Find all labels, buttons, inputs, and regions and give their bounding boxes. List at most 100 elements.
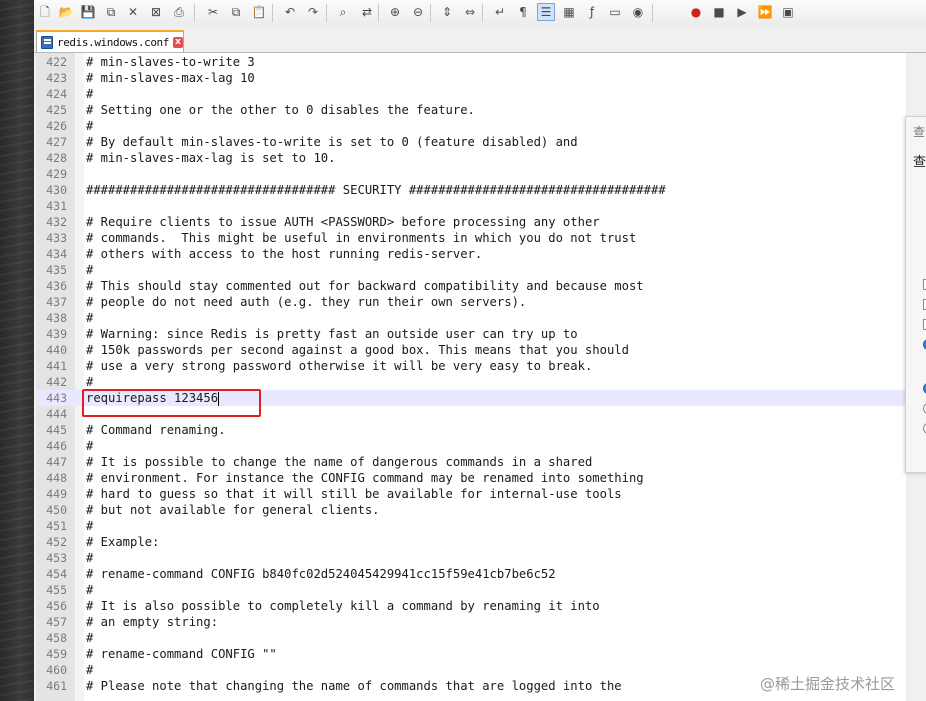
line-text[interactable]: # Warning: since Redis is pretty fast an… [86,326,578,342]
line-text[interactable]: requirepass 123456 [86,390,220,406]
close-icon[interactable]: ✕ [124,3,142,21]
editor-line[interactable]: 442 # [36,374,906,390]
line-text[interactable]: # others with access to the host running… [86,246,482,262]
editor-line[interactable]: 457 # an empty string: [36,614,906,630]
line-text[interactable]: # Please note that changing the name of … [86,678,622,694]
line-text[interactable]: # [86,374,93,390]
editor-line[interactable]: 454 # rename-command CONFIG b840fc02d5240… [36,566,906,582]
new-file-icon[interactable]: 🗋 [36,3,54,21]
editor-line[interactable]: 435 # [36,262,906,278]
line-text[interactable]: # use a very strong password otherwise i… [86,358,592,374]
line-text[interactable]: # [86,630,93,646]
zoom-out-icon[interactable]: ⊖ [409,3,427,21]
line-text[interactable]: # [86,438,93,454]
editor-line[interactable]: 438 # [36,310,906,326]
line-text[interactable]: # hard to guess so that it will still be… [86,486,622,502]
editor-line[interactable]: 459 # rename-command CONFIG "" [36,646,906,662]
print-icon[interactable]: ⎙ [170,3,188,21]
line-text[interactable]: # an empty string: [86,614,218,630]
find-icon[interactable]: ⌕ [334,3,352,21]
line-text[interactable]: # min-slaves-max-lag 10 [86,70,255,86]
line-text[interactable]: # Require clients to issue AUTH <PASSWOR… [86,214,600,230]
editor-line[interactable]: 433 # commands. This might be useful in e… [36,230,906,246]
editor-line[interactable]: 453 # [36,550,906,566]
editor-line[interactable]: 456 # It is also possible to completely k… [36,598,906,614]
undo-icon[interactable]: ↶ [281,3,299,21]
line-text[interactable]: # Command renaming. [86,422,225,438]
editor-line[interactable]: 434 # others with access to the host runn… [36,246,906,262]
save-icon[interactable]: 💾 [79,3,97,21]
editor-line[interactable]: 444 [36,406,906,422]
open-file-icon[interactable]: 📂 [57,3,75,21]
editor-line[interactable]: 437 # people do not need auth (e.g. they … [36,294,906,310]
line-text[interactable]: # Setting one or the other to 0 disables… [86,102,475,118]
copy-icon[interactable]: ⧉ [227,3,245,21]
editor-line[interactable]: 455 # [36,582,906,598]
editor-line[interactable]: 449 # hard to guess so that it will still… [36,486,906,502]
sync-horizontal-icon[interactable]: ⇔ [461,3,479,21]
doc-map-icon[interactable]: ▦ [560,3,578,21]
line-text[interactable]: # rename-command CONFIG "" [86,646,277,662]
save-all-icon[interactable]: ⧉ [102,3,120,21]
editor-line[interactable]: 446 # [36,438,906,454]
paste-icon[interactable]: 📋 [250,3,268,21]
editor-line[interactable]: 445 # Command renaming. [36,422,906,438]
editor-lines[interactable]: 422 # min-slaves-to-write 3 423 # min-slave… [36,54,906,694]
line-text[interactable]: # rename-command CONFIG b840fc02d5240454… [86,566,556,582]
indent-guide-icon[interactable]: ☰ [537,3,555,21]
play-macro-icon[interactable]: ▶ [733,3,751,21]
line-text[interactable]: # [86,550,93,566]
function-list-icon[interactable]: ƒ [583,3,601,21]
line-text[interactable]: # min-slaves-max-lag is set to 10. [86,150,335,166]
editor-line[interactable]: 436 # This should stay commented out for … [36,278,906,294]
editor-line[interactable]: 439 # Warning: since Redis is pretty fast… [36,326,906,342]
editor-line[interactable]: 432 # Require clients to issue AUTH <PASS… [36,214,906,230]
cut-icon[interactable]: ✂ [204,3,222,21]
record-macro-icon[interactable]: ● [687,3,705,21]
editor-line[interactable]: 426 # [36,118,906,134]
stop-macro-icon[interactable]: ■ [710,3,728,21]
editor-line[interactable]: 447 # It is possible to change the name o… [36,454,906,470]
zoom-in-icon[interactable]: ⊕ [386,3,404,21]
editor-line[interactable]: 430 ################################## SE… [36,182,906,198]
text-editor[interactable]: 422 # min-slaves-to-write 3 423 # min-slave… [36,53,906,701]
editor-line[interactable]: 427 # By default min-slaves-to-write is s… [36,134,906,150]
sync-vertical-icon[interactable]: ⇕ [438,3,456,21]
editor-line[interactable]: 440 # 150k passwords per second against a… [36,342,906,358]
redo-icon[interactable]: ↷ [304,3,322,21]
line-text[interactable]: # [86,662,93,678]
editor-line[interactable]: 422 # min-slaves-to-write 3 [36,54,906,70]
editor-line[interactable]: 424 # [36,86,906,102]
line-text[interactable]: # [86,582,93,598]
editor-line[interactable]: 452 # Example: [36,534,906,550]
editor-line[interactable]: 425 # Setting one or the other to 0 disab… [36,102,906,118]
monitor-icon[interactable]: ◉ [629,3,647,21]
close-all-icon[interactable]: ⊠ [147,3,165,21]
line-text[interactable]: # people do not need auth (e.g. they run… [86,294,526,310]
editor-line[interactable]: 450 # but not available for general clien… [36,502,906,518]
line-text[interactable]: # [86,86,93,102]
word-wrap-icon[interactable]: ↵ [491,3,509,21]
editor-line[interactable]: 451 # [36,518,906,534]
line-text[interactable]: # Example: [86,534,159,550]
editor-line[interactable]: 443 requirepass 123456 [36,390,906,406]
line-text[interactable]: # [86,118,93,134]
editor-line[interactable]: 431 [36,198,906,214]
editor-line[interactable]: 423 # min-slaves-max-lag 10 [36,70,906,86]
line-text[interactable]: # [86,518,93,534]
line-text[interactable]: # but not available for general clients. [86,502,380,518]
replace-icon[interactable]: ⇄ [358,3,376,21]
line-text[interactable]: # It is also possible to completely kill… [86,598,600,614]
tab-redis-windows-conf[interactable]: redis.windows.conf x [36,30,184,52]
line-text[interactable]: # [86,310,93,326]
line-text[interactable]: # min-slaves-to-write 3 [86,54,255,70]
line-text[interactable]: # environment. For instance the CONFIG c… [86,470,644,486]
close-tab-icon[interactable]: x [173,36,183,48]
line-text[interactable]: # 150k passwords per second against a go… [86,342,629,358]
editor-line[interactable]: 429 [36,166,906,182]
line-text[interactable]: # It is possible to change the name of d… [86,454,592,470]
show-all-chars-icon[interactable]: ¶ [514,3,532,21]
save-macro-icon[interactable]: ▣ [779,3,797,21]
editor-line[interactable]: 448 # environment. For instance the CONFI… [36,470,906,486]
folder-workspace-icon[interactable]: ▭ [606,3,624,21]
